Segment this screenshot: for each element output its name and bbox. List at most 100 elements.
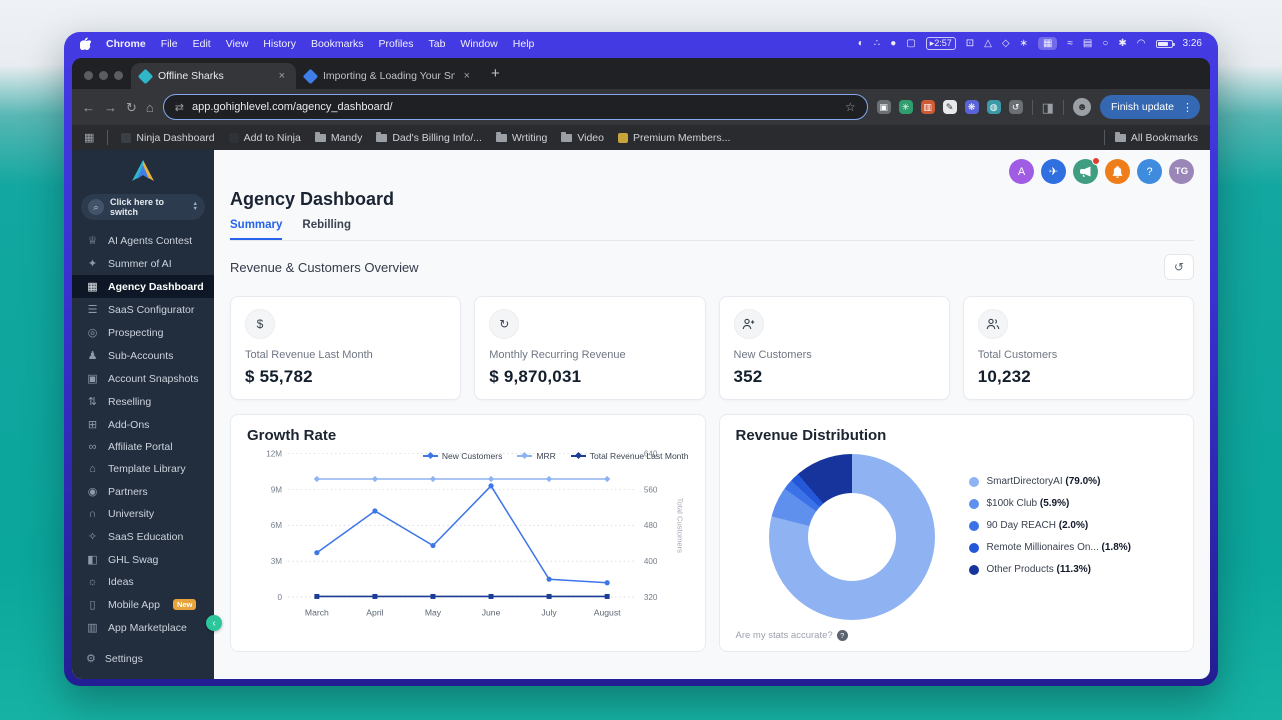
reader-ext-icon[interactable]: ▥ [921,100,935,114]
url-text[interactable]: app.gohighlevel.com/agency_dashboard/ [192,101,837,113]
screen-mirroring-icon[interactable]: ◐ [858,39,864,49]
sidebar-item-template-library[interactable]: ⌂Template Library [72,458,214,480]
loop-ext-icon[interactable]: ↺ [1009,100,1023,114]
bookmark-add-to-ninja[interactable]: Add to Ninja [229,132,301,144]
translate-icon[interactable]: A [1009,159,1034,184]
menu-item-chrome[interactable]: Chrome [106,38,146,50]
sidebar-item-settings[interactable]: ⚙ Settings [72,642,214,679]
reload-button[interactable]: ↻ [126,101,137,114]
announcements-icon[interactable] [1073,159,1098,184]
all-bookmarks-button[interactable]: All Bookmarks [1115,132,1198,144]
browser-tab-2[interactable]: Importing & Loading Your Sna× [296,63,481,89]
bookmark-mandy[interactable]: Mandy [315,132,363,144]
window-controls[interactable] [80,71,131,89]
wheel-ext-icon[interactable]: ✳ [899,100,913,114]
menu-item-help[interactable]: Help [513,38,535,50]
sidebar-item-sub-accounts[interactable]: ♟Sub-Accounts [72,344,214,367]
tab-rebilling[interactable]: Rebilling [302,219,351,240]
section-header: Revenue & Customers Overview ↺ [230,254,1194,280]
globe-ext-icon[interactable]: ◍ [987,100,1001,114]
close-window-button[interactable] [84,71,93,80]
menu-item-history[interactable]: History [263,38,296,50]
sidebar-item-reselling[interactable]: ⇅Reselling [72,390,214,413]
bookmark-items: Ninja Dashboard Add to Ninja Mandy Dad's Bi… [121,132,730,144]
menu-item-window[interactable]: Window [460,38,497,50]
sidebar-item-mobile-app[interactable]: ▯Mobile AppNew [72,593,214,616]
avatar[interactable]: TG [1169,159,1194,184]
sidebar-item-partners[interactable]: ◉Partners [72,480,214,503]
stat-card-total-revenue-last-month: $Total Revenue Last Month$ 55,782 [230,296,461,400]
zoom-window-button[interactable] [114,71,123,80]
bookmark-star-icon[interactable]: ☆ [845,100,856,114]
browser-tab-1[interactable]: Offline Sharks× [131,63,296,89]
apps-grid-icon[interactable]: ▦ [84,131,94,144]
side-panel-icon[interactable]: ◨ [1042,101,1054,114]
new-tab-button[interactable]: + [481,65,510,89]
finish-update-button[interactable]: Finish update ⋮ [1100,95,1200,119]
refresh-button[interactable]: ↺ [1164,254,1194,280]
site-settings-icon[interactable]: ⇄ [175,101,184,114]
sidebar-item-agency-dashboard[interactable]: ▦Agency Dashboard [72,275,214,298]
minimize-window-button[interactable] [99,71,108,80]
menu-item-file[interactable]: File [161,38,178,50]
menu-item-bookmarks[interactable]: Bookmarks [311,38,364,50]
forward-button[interactable]: → [104,101,117,114]
bookmark-video[interactable]: Video [561,132,604,144]
sidebar-item-ghl-swag[interactable]: ◧GHL Swag [72,548,214,571]
bluetooth-icon[interactable]: ∗ [1020,39,1028,49]
footnote-text: Are my stats accurate? [736,630,833,641]
pen-ext-icon[interactable]: ✎ [943,100,957,114]
bookmark-ninja-dashboard[interactable]: Ninja Dashboard [121,132,214,144]
home-button[interactable]: ⌂ [146,101,154,114]
sidebar-item-summer-of-ai[interactable]: ✦Summer of AI [72,252,214,275]
tab-summary[interactable]: Summary [230,219,282,240]
stat-cards-row: $Total Revenue Last Month$ 55,782↻Monthl… [230,296,1194,400]
sidebar-item-university[interactable]: ∩University [72,503,214,525]
search-icon[interactable]: ○ [1102,39,1108,49]
bookmark-premium-members-[interactable]: Premium Members... [618,132,730,144]
wifi-icon[interactable]: ◠ [1137,39,1146,49]
sidebar-item-saas-configurator[interactable]: ☰SaaS Configurator [72,298,214,321]
cluster-icon[interactable]: ∴ [874,39,880,49]
help-circle-icon[interactable]: ? [837,630,848,641]
tab-close-icon[interactable]: × [277,70,287,82]
account-switcher[interactable]: ⌕ Click here to switch ▲▼ [81,194,205,220]
meet-icon[interactable]: ▢ [906,39,915,49]
help-icon[interactable]: ? [1137,159,1162,184]
address-bar[interactable]: ⇄ app.gohighlevel.com/agency_dashboard/ … [163,94,868,120]
profile-avatar[interactable]: ☻ [1073,98,1091,116]
dropbox-icon[interactable]: ◇ [1002,39,1010,49]
grammarly-icon[interactable]: ● [890,39,896,49]
onepassword-icon[interactable]: ✱ [1118,39,1126,49]
drive-icon[interactable]: △ [984,39,992,49]
sidebar-item-account-snapshots[interactable]: ▣Account Snapshots [72,367,214,390]
menu-item-edit[interactable]: Edit [193,38,211,50]
apple-menu-icon[interactable] [80,37,91,50]
display-icon[interactable]: ▤ [1083,39,1092,49]
sidebar-item-saas-education[interactable]: ✧SaaS Education [72,525,214,548]
kebab-menu-icon[interactable]: ⋮ [1179,101,1196,114]
sidebar-item-add-ons[interactable]: ⊞Add-Ons [72,413,214,436]
timer-icon[interactable]: ▸2:57 [926,37,956,50]
launchpad-icon[interactable]: ✈ [1041,159,1066,184]
camera-ext-icon[interactable]: ▣ [877,100,891,114]
menu-item-view[interactable]: View [226,38,249,50]
menu-item-tab[interactable]: Tab [428,38,445,50]
legend-percent: (79.0%) [1065,476,1100,487]
sidebar-item-affiliate-portal[interactable]: ∞Affiliate Portal [72,436,214,458]
sidebar-item-ai-agents-contest[interactable]: ♕AI Agents Contest [72,229,214,252]
sidebar-item-app-marketplace[interactable]: ▥App Marketplace [72,616,214,639]
sidebar-item-label: Reselling [108,396,151,408]
bookmark-wrtiting[interactable]: Wrtiting [496,132,547,144]
menu-item-profiles[interactable]: Profiles [378,38,413,50]
back-button[interactable]: ← [82,101,95,114]
tab-close-icon[interactable]: × [462,70,472,82]
bookmark-dad-s-billing-info-[interactable]: Dad's Billing Info/... [376,132,482,144]
sidebar-item-ideas[interactable]: ☼Ideas [72,571,214,593]
notifications-bell-icon[interactable] [1105,159,1130,184]
sidebar-item-prospecting[interactable]: ◎Prospecting [72,321,214,344]
link-icon[interactable]: ≈ [1067,39,1073,49]
stage-manager-icon[interactable]: ⊡ [966,39,974,49]
keyboard-icon[interactable]: ▦ [1038,37,1057,50]
swirl-ext-icon[interactable]: ❋ [965,100,979,114]
